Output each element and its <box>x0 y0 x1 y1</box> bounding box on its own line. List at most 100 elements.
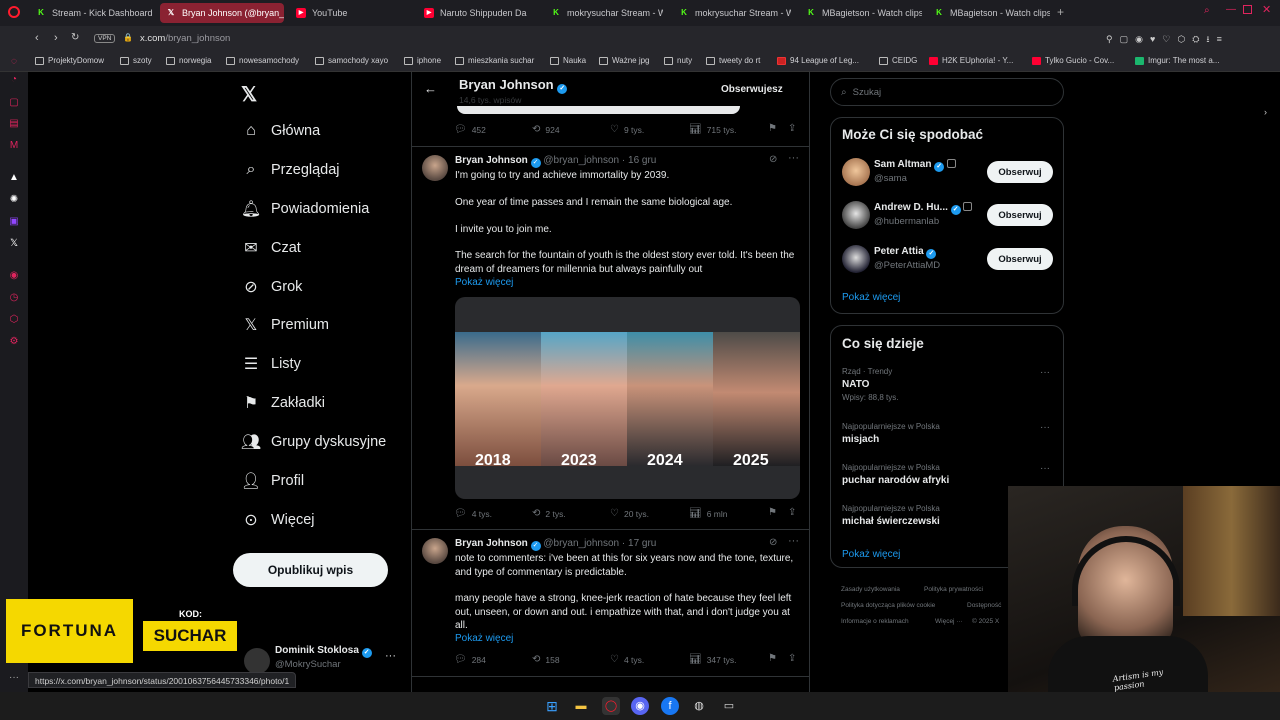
extensions-icon[interactable]: ⬡ <box>8 314 20 326</box>
user-avatar[interactable] <box>842 158 870 186</box>
user-avatar[interactable] <box>842 201 870 229</box>
file-explorer-icon[interactable]: ▬ <box>572 697 590 715</box>
bookmark[interactable]: Imgur: The most a... <box>1135 56 1219 65</box>
facebook-icon[interactable]: f <box>661 697 679 715</box>
bookmark[interactable]: Nauka <box>550 56 586 65</box>
gmail-icon[interactable]: M <box>8 140 20 152</box>
minimize-icon[interactable]: — <box>1226 4 1236 15</box>
trend-item[interactable]: Rząd · Trendy NATO Wpisy: 88,8 tys. <box>842 367 1054 402</box>
x-logo-icon[interactable]: 𝕏 <box>241 82 257 107</box>
sidebar-icon[interactable] <box>8 57 20 69</box>
bookmark[interactable]: nowesamochody <box>226 56 299 65</box>
views-action[interactable]: 📊︎ 6 mln <box>689 508 728 519</box>
retweet-action[interactable]: ⟲ 2 tys. <box>532 508 566 519</box>
tweet-image[interactable]: 2018 2023 2024 2025 <box>455 297 800 499</box>
follow-button[interactable]: Obserwuj <box>987 161 1053 183</box>
more-icon[interactable]: ··· <box>8 672 20 684</box>
aria-icon[interactable]: ▲ <box>8 172 20 184</box>
reply-action[interactable]: 💬︎ 284 <box>454 654 486 665</box>
bookmark[interactable]: szoty <box>120 56 152 65</box>
show-more-link[interactable]: Pokaż więcej <box>842 292 900 303</box>
bookmark[interactable]: samochody xayo <box>315 56 388 65</box>
search-box[interactable]: ⌕ Szukaj <box>830 78 1064 106</box>
bag-icon[interactable]: ▢ <box>8 97 20 109</box>
history-icon[interactable]: ◷ <box>8 292 20 304</box>
chat-icon[interactable]: ▤ <box>8 118 20 130</box>
trend-item[interactable]: Najpopularniejsze w Polska puchar narodó… <box>842 463 1054 486</box>
tweet-more-icon[interactable]: ··· <box>788 152 799 164</box>
tweet-date[interactable]: · 16 gru <box>622 155 656 166</box>
maximize-icon[interactable] <box>1243 5 1252 14</box>
tweet-avatar[interactable] <box>422 538 448 564</box>
reload-icon[interactable]: ↻ <box>71 32 79 43</box>
footer-link[interactable]: Dostępność <box>967 602 1001 609</box>
share-icon[interactable]: ⇪ <box>788 123 796 134</box>
tweet-author[interactable]: Bryan Johnson <box>455 538 528 549</box>
bookmark[interactable]: norwegia <box>166 56 211 65</box>
nav-home[interactable]: ⌂ Główna <box>241 121 320 141</box>
settings-icon[interactable]: ⚙ <box>8 336 20 348</box>
whatsapp-icon[interactable]: ◔ <box>8 74 20 86</box>
bookmark[interactable]: H2K EUphoria! - Y... <box>929 56 1013 65</box>
footer-link[interactable]: Informacje o reklamach <box>841 618 909 625</box>
player-icon[interactable]: ◉ <box>8 270 20 282</box>
show-more-link[interactable]: Pokaż więcej <box>455 632 513 646</box>
bookmark[interactable]: nuty <box>664 56 692 65</box>
user-name[interactable]: Sam Altman ✓ <box>874 159 956 172</box>
nav-chat[interactable]: ✉ Czat <box>241 238 301 258</box>
trend-more-icon[interactable]: ··· <box>1040 463 1050 474</box>
discord-icon[interactable]: ◉ <box>631 697 649 715</box>
bookmark[interactable]: tweety do rt <box>706 56 760 65</box>
account-name[interactable]: Dominik Stoklosa ✓ <box>275 645 372 658</box>
bookmark-action-icon[interactable]: ⚑ <box>768 123 777 134</box>
reply-action[interactable]: 💬︎ 4 tys. <box>454 508 492 519</box>
toolbar-icons[interactable]: ⚲▢◉♥♡⬡⛭⭳≡ <box>1106 32 1229 48</box>
opera-logo-icon[interactable] <box>8 6 20 18</box>
grok-tweet-icon[interactable]: ⊘ <box>769 537 777 548</box>
tab-mokrysuchar-1[interactable]: Kmokrysuchar Stream - W <box>545 3 663 23</box>
search-tabs-icon[interactable]: ⌕ <box>1204 5 1210 16</box>
footer-link[interactable]: Polityka dotycząca plików cookie <box>841 602 935 609</box>
bookmark[interactable]: iphone <box>404 56 441 65</box>
nav-notifications[interactable]: 🔔︎ Powiadomienia <box>241 199 370 219</box>
new-tab-icon[interactable]: + <box>1057 5 1064 19</box>
nav-lists[interactable]: ☰ Listy <box>241 354 301 374</box>
trend-item[interactable]: Najpopularniejsze w Polska misjach <box>842 422 1054 445</box>
close-window-icon[interactable]: ✕ <box>1262 3 1271 16</box>
tab-kick-dashboard[interactable]: K Stream - Kick Dashboard <box>30 3 154 23</box>
tab-naruto[interactable]: ▶ Naruto Shippuden Da <box>418 3 536 23</box>
more-bookmarks-icon[interactable]: › <box>1264 107 1267 117</box>
show-more-link[interactable]: Pokaż więcej <box>842 549 900 560</box>
like-action[interactable]: ♡ 4 tys. <box>610 654 644 665</box>
reply-action[interactable]: 💬︎ 452 <box>454 124 486 135</box>
tab-mokrysuchar-2[interactable]: Kmokrysuchar Stream - W <box>673 3 791 23</box>
user-name[interactable]: Peter Attia ✓ <box>874 246 937 259</box>
obs-icon[interactable]: ◍ <box>690 697 708 715</box>
trend-more-icon[interactable]: ··· <box>1040 367 1050 378</box>
views-action[interactable]: 📊︎ 715 tys. <box>689 124 736 135</box>
share-icon[interactable]: ⇪ <box>788 507 796 518</box>
tweet-avatar[interactable] <box>422 155 448 181</box>
user-avatar[interactable] <box>842 245 870 273</box>
bookmark-action-icon[interactable]: ⚑ <box>768 507 777 518</box>
bookmark[interactable]: ProjektyDomow <box>35 56 104 65</box>
bookmark[interactable]: Ważne jpg <box>599 56 650 65</box>
footer-link[interactable]: Więcej ··· <box>935 618 963 625</box>
x-sidebar-icon[interactable]: 𝕏 <box>8 238 20 250</box>
back-icon[interactable]: ‹ <box>35 32 39 44</box>
views-action[interactable]: 📊︎ 347 tys. <box>689 654 736 665</box>
retweet-action[interactable]: ⟲ 158 <box>532 654 560 665</box>
bookmark[interactable]: Tylko Gucio - Cov... <box>1032 56 1114 65</box>
user-name[interactable]: Andrew D. Hu... ✓ <box>874 202 973 215</box>
show-more-link[interactable]: Pokaż więcej <box>455 276 513 290</box>
footer-link[interactable]: Polityka prywatności <box>924 586 983 593</box>
opera-taskbar-icon[interactable]: ◯ <box>602 697 620 715</box>
tab-mbagietson-1[interactable]: K MBagietson - Watch clips <box>800 3 922 23</box>
tab-mbagietson-2[interactable]: K MBagietson - Watch clips <box>928 3 1050 23</box>
share-icon[interactable]: ⇪ <box>788 653 796 664</box>
twitch-icon[interactable]: ▣ <box>8 216 20 228</box>
bookmark-action-icon[interactable]: ⚑ <box>768 653 777 664</box>
post-button[interactable]: Opublikuj wpis <box>233 553 388 587</box>
nav-communities[interactable]: 👥︎ Grupy dyskusyjne <box>241 432 386 452</box>
url-field[interactable]: x.com/bryan_johnson <box>140 33 230 44</box>
